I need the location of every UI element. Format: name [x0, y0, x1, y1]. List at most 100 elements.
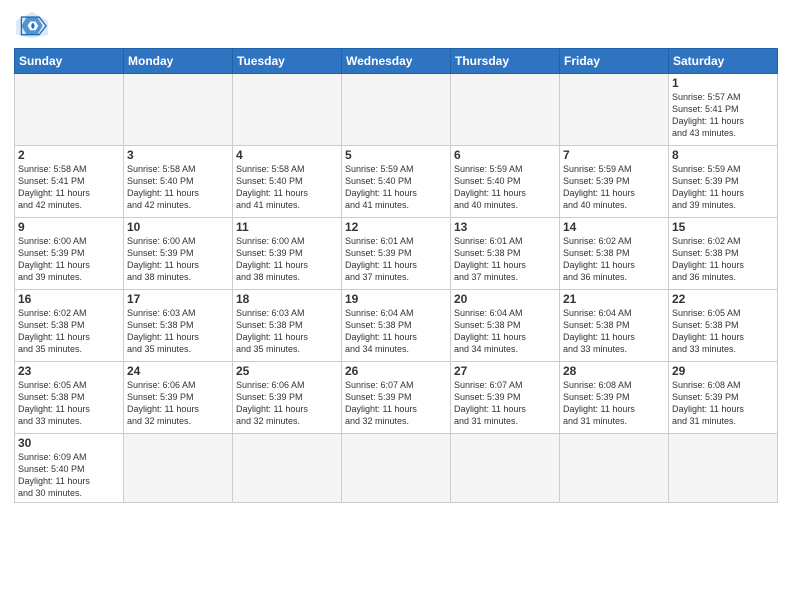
cell-info: Sunrise: 6:03 AM Sunset: 5:38 PM Dayligh… — [236, 307, 338, 356]
cell-info: Sunrise: 6:02 AM Sunset: 5:38 PM Dayligh… — [18, 307, 120, 356]
cell-info: Sunrise: 6:05 AM Sunset: 5:38 PM Dayligh… — [18, 379, 120, 428]
weekday-saturday: Saturday — [669, 49, 778, 74]
calendar-cell: 18Sunrise: 6:03 AM Sunset: 5:38 PM Dayli… — [233, 290, 342, 362]
week-row-1: 1Sunrise: 5:57 AM Sunset: 5:41 PM Daylig… — [15, 74, 778, 146]
day-number: 16 — [18, 292, 120, 306]
cell-info: Sunrise: 6:06 AM Sunset: 5:39 PM Dayligh… — [127, 379, 229, 428]
calendar-cell — [233, 434, 342, 503]
cell-info: Sunrise: 6:04 AM Sunset: 5:38 PM Dayligh… — [454, 307, 556, 356]
week-row-3: 9Sunrise: 6:00 AM Sunset: 5:39 PM Daylig… — [15, 218, 778, 290]
page: SundayMondayTuesdayWednesdayThursdayFrid… — [0, 0, 792, 612]
calendar-cell: 15Sunrise: 6:02 AM Sunset: 5:38 PM Dayli… — [669, 218, 778, 290]
week-row-4: 16Sunrise: 6:02 AM Sunset: 5:38 PM Dayli… — [15, 290, 778, 362]
day-number: 14 — [563, 220, 665, 234]
calendar-cell — [342, 434, 451, 503]
weekday-wednesday: Wednesday — [342, 49, 451, 74]
calendar-cell: 10Sunrise: 6:00 AM Sunset: 5:39 PM Dayli… — [124, 218, 233, 290]
day-number: 28 — [563, 364, 665, 378]
day-number: 9 — [18, 220, 120, 234]
calendar-cell: 28Sunrise: 6:08 AM Sunset: 5:39 PM Dayli… — [560, 362, 669, 434]
calendar: SundayMondayTuesdayWednesdayThursdayFrid… — [14, 48, 778, 503]
calendar-cell — [342, 74, 451, 146]
cell-info: Sunrise: 5:59 AM Sunset: 5:39 PM Dayligh… — [672, 163, 774, 212]
calendar-cell: 13Sunrise: 6:01 AM Sunset: 5:38 PM Dayli… — [451, 218, 560, 290]
calendar-cell — [451, 434, 560, 503]
calendar-cell — [233, 74, 342, 146]
day-number: 5 — [345, 148, 447, 162]
cell-info: Sunrise: 6:08 AM Sunset: 5:39 PM Dayligh… — [672, 379, 774, 428]
day-number: 1 — [672, 76, 774, 90]
day-number: 21 — [563, 292, 665, 306]
day-number: 4 — [236, 148, 338, 162]
week-row-2: 2Sunrise: 5:58 AM Sunset: 5:41 PM Daylig… — [15, 146, 778, 218]
cell-info: Sunrise: 6:01 AM Sunset: 5:38 PM Dayligh… — [454, 235, 556, 284]
cell-info: Sunrise: 6:03 AM Sunset: 5:38 PM Dayligh… — [127, 307, 229, 356]
calendar-cell: 5Sunrise: 5:59 AM Sunset: 5:40 PM Daylig… — [342, 146, 451, 218]
cell-info: Sunrise: 5:58 AM Sunset: 5:40 PM Dayligh… — [236, 163, 338, 212]
week-row-6: 30Sunrise: 6:09 AM Sunset: 5:40 PM Dayli… — [15, 434, 778, 503]
day-number: 19 — [345, 292, 447, 306]
cell-info: Sunrise: 6:00 AM Sunset: 5:39 PM Dayligh… — [236, 235, 338, 284]
weekday-sunday: Sunday — [15, 49, 124, 74]
cell-info: Sunrise: 5:59 AM Sunset: 5:40 PM Dayligh… — [454, 163, 556, 212]
cell-info: Sunrise: 6:07 AM Sunset: 5:39 PM Dayligh… — [345, 379, 447, 428]
calendar-cell: 4Sunrise: 5:58 AM Sunset: 5:40 PM Daylig… — [233, 146, 342, 218]
cell-info: Sunrise: 5:58 AM Sunset: 5:40 PM Dayligh… — [127, 163, 229, 212]
cell-info: Sunrise: 6:06 AM Sunset: 5:39 PM Dayligh… — [236, 379, 338, 428]
day-number: 7 — [563, 148, 665, 162]
day-number: 26 — [345, 364, 447, 378]
calendar-cell: 14Sunrise: 6:02 AM Sunset: 5:38 PM Dayli… — [560, 218, 669, 290]
calendar-cell — [15, 74, 124, 146]
logo — [14, 10, 54, 40]
calendar-cell: 29Sunrise: 6:08 AM Sunset: 5:39 PM Dayli… — [669, 362, 778, 434]
header — [14, 10, 778, 40]
cell-info: Sunrise: 6:07 AM Sunset: 5:39 PM Dayligh… — [454, 379, 556, 428]
calendar-cell: 30Sunrise: 6:09 AM Sunset: 5:40 PM Dayli… — [15, 434, 124, 503]
calendar-cell: 24Sunrise: 6:06 AM Sunset: 5:39 PM Dayli… — [124, 362, 233, 434]
day-number: 13 — [454, 220, 556, 234]
cell-info: Sunrise: 6:00 AM Sunset: 5:39 PM Dayligh… — [18, 235, 120, 284]
day-number: 10 — [127, 220, 229, 234]
cell-info: Sunrise: 6:02 AM Sunset: 5:38 PM Dayligh… — [672, 235, 774, 284]
calendar-cell: 9Sunrise: 6:00 AM Sunset: 5:39 PM Daylig… — [15, 218, 124, 290]
calendar-cell: 23Sunrise: 6:05 AM Sunset: 5:38 PM Dayli… — [15, 362, 124, 434]
calendar-cell — [451, 74, 560, 146]
cell-info: Sunrise: 6:04 AM Sunset: 5:38 PM Dayligh… — [345, 307, 447, 356]
weekday-friday: Friday — [560, 49, 669, 74]
day-number: 20 — [454, 292, 556, 306]
calendar-cell: 11Sunrise: 6:00 AM Sunset: 5:39 PM Dayli… — [233, 218, 342, 290]
calendar-cell: 19Sunrise: 6:04 AM Sunset: 5:38 PM Dayli… — [342, 290, 451, 362]
day-number: 29 — [672, 364, 774, 378]
weekday-tuesday: Tuesday — [233, 49, 342, 74]
day-number: 18 — [236, 292, 338, 306]
calendar-cell: 20Sunrise: 6:04 AM Sunset: 5:38 PM Dayli… — [451, 290, 560, 362]
day-number: 22 — [672, 292, 774, 306]
calendar-cell: 3Sunrise: 5:58 AM Sunset: 5:40 PM Daylig… — [124, 146, 233, 218]
day-number: 27 — [454, 364, 556, 378]
cell-info: Sunrise: 6:09 AM Sunset: 5:40 PM Dayligh… — [18, 451, 120, 500]
calendar-cell: 22Sunrise: 6:05 AM Sunset: 5:38 PM Dayli… — [669, 290, 778, 362]
calendar-cell: 27Sunrise: 6:07 AM Sunset: 5:39 PM Dayli… — [451, 362, 560, 434]
calendar-cell — [124, 74, 233, 146]
calendar-cell: 8Sunrise: 5:59 AM Sunset: 5:39 PM Daylig… — [669, 146, 778, 218]
day-number: 30 — [18, 436, 120, 450]
cell-info: Sunrise: 6:05 AM Sunset: 5:38 PM Dayligh… — [672, 307, 774, 356]
cell-info: Sunrise: 6:08 AM Sunset: 5:39 PM Dayligh… — [563, 379, 665, 428]
cell-info: Sunrise: 5:58 AM Sunset: 5:41 PM Dayligh… — [18, 163, 120, 212]
cell-info: Sunrise: 6:01 AM Sunset: 5:39 PM Dayligh… — [345, 235, 447, 284]
calendar-cell: 6Sunrise: 5:59 AM Sunset: 5:40 PM Daylig… — [451, 146, 560, 218]
calendar-cell — [669, 434, 778, 503]
day-number: 3 — [127, 148, 229, 162]
cell-info: Sunrise: 6:00 AM Sunset: 5:39 PM Dayligh… — [127, 235, 229, 284]
day-number: 23 — [18, 364, 120, 378]
calendar-cell: 26Sunrise: 6:07 AM Sunset: 5:39 PM Dayli… — [342, 362, 451, 434]
calendar-cell: 16Sunrise: 6:02 AM Sunset: 5:38 PM Dayli… — [15, 290, 124, 362]
day-number: 25 — [236, 364, 338, 378]
day-number: 15 — [672, 220, 774, 234]
week-row-5: 23Sunrise: 6:05 AM Sunset: 5:38 PM Dayli… — [15, 362, 778, 434]
calendar-cell: 12Sunrise: 6:01 AM Sunset: 5:39 PM Dayli… — [342, 218, 451, 290]
weekday-monday: Monday — [124, 49, 233, 74]
day-number: 6 — [454, 148, 556, 162]
cell-info: Sunrise: 5:57 AM Sunset: 5:41 PM Dayligh… — [672, 91, 774, 140]
weekday-header-row: SundayMondayTuesdayWednesdayThursdayFrid… — [15, 49, 778, 74]
